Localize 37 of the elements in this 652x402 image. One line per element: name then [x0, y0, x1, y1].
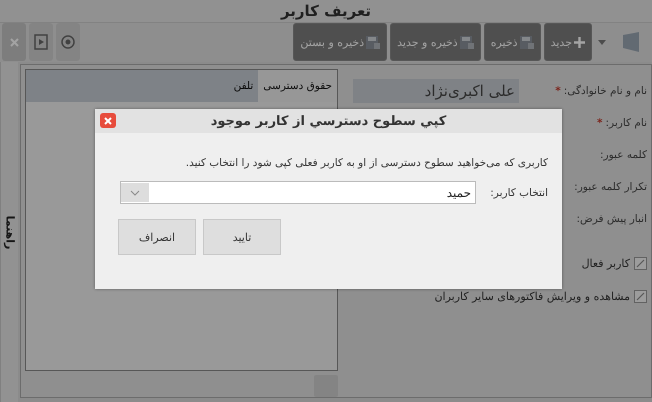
- field-label: انبار پیش فرض:: [576, 213, 647, 225]
- field-label: کلمه عبور:: [600, 149, 647, 161]
- help-button[interactable]: [56, 23, 80, 62]
- window-title: تعریف کاربر: [280, 2, 372, 20]
- field-label: نام کاربر:: [606, 117, 647, 129]
- close-icon: [104, 116, 112, 124]
- checkbox-label: مشاهده و ویرایش فاکتورهای سایر کاربران: [434, 290, 630, 303]
- field-label: نام و نام خانوادگی:: [564, 85, 647, 97]
- confirm-button[interactable]: تایید: [203, 219, 281, 255]
- field-label: تکرار کلمه عبور:: [574, 181, 647, 193]
- dialog-message: کاربری که می‌خواهید سطوح دسترسی از او به کاربر فعلی کپی شود را انتخاب کنید.: [184, 157, 548, 169]
- toolbar-button[interactable]: ذخیره و جدید: [390, 23, 481, 62]
- close-icon: [10, 38, 18, 47]
- toolbar-button[interactable]: جدید: [544, 23, 592, 62]
- help-icon: [61, 35, 75, 50]
- dialog-title: کپي سطوح دسترسي از کاربر موجود: [210, 114, 446, 128]
- side-tab[interactable]: راهنما: [3, 215, 16, 249]
- close-button[interactable]: [2, 23, 26, 62]
- toolbar-button[interactable]: ذخیره و بستن: [293, 23, 388, 62]
- caret-icon: [598, 40, 606, 45]
- cancel-button[interactable]: انصراف: [118, 219, 196, 255]
- film-icon: [34, 34, 48, 50]
- required-mark: *: [555, 85, 561, 97]
- tab[interactable]: حقوق دسترسی: [258, 70, 337, 102]
- field-label: انتخاب کاربر:: [489, 186, 548, 198]
- plus-icon: [574, 36, 585, 48]
- required-mark: *: [597, 117, 603, 129]
- tab[interactable]: تلفن: [228, 70, 258, 102]
- name-field[interactable]: علی اکبری‌نژاد: [353, 79, 519, 103]
- film-button[interactable]: [29, 23, 53, 62]
- toolbar-button[interactable]: ذخیره: [484, 23, 541, 62]
- chevron-icon[interactable]: [121, 183, 149, 202]
- checkbox[interactable]: [634, 257, 647, 270]
- checkbox-label: کاربر فعال: [582, 257, 630, 270]
- close-button[interactable]: [100, 113, 116, 128]
- user-combobox[interactable]: حمید: [120, 181, 476, 204]
- checkbox[interactable]: [634, 290, 647, 303]
